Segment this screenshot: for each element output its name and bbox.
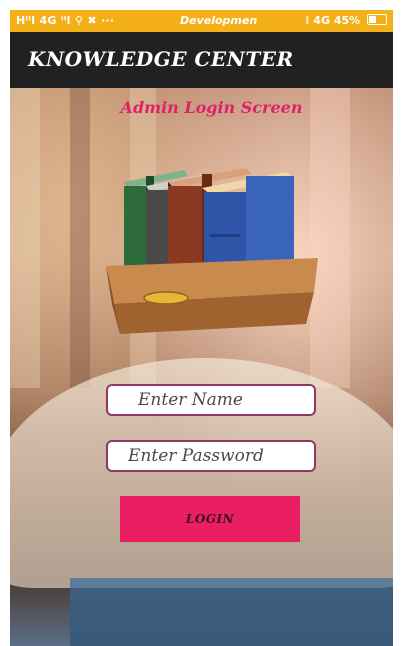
status-right: ⁞ 4G 45% xyxy=(305,14,387,27)
screen-title: Admin Login Screen xyxy=(120,98,303,117)
name-input[interactable] xyxy=(106,384,316,416)
status-bar: Hᴵᴵl 4G ᴵᴵl ⚲ ✖ ··· Developmen ⁞ 4G 45% xyxy=(10,10,393,32)
notification-text: Developmen xyxy=(180,14,258,27)
book-cover-background xyxy=(70,578,393,646)
background-shelf xyxy=(10,88,40,388)
phone-screen: Hᴵᴵl 4G ᴵᴵl ⚲ ✖ ··· Developmen ⁞ 4G 45% … xyxy=(10,10,393,646)
signal-indicators: Hᴵᴵl 4G ᴵᴵl ⚲ ✖ ··· xyxy=(16,14,115,27)
login-button[interactable]: LOGIN xyxy=(120,496,300,542)
battery-text: ⁞ 4G 45% xyxy=(305,14,361,27)
app-bar: KNOWLEDGE CENTER xyxy=(10,32,393,88)
login-screen: Admin Login Screen Enter Name LOGIN xyxy=(10,88,393,646)
app-title: KNOWLEDGE CENTER xyxy=(28,47,294,71)
background-shelf xyxy=(70,88,90,388)
books-in-tray-icon xyxy=(106,168,318,334)
battery-icon xyxy=(367,14,387,25)
password-input[interactable] xyxy=(106,440,316,472)
